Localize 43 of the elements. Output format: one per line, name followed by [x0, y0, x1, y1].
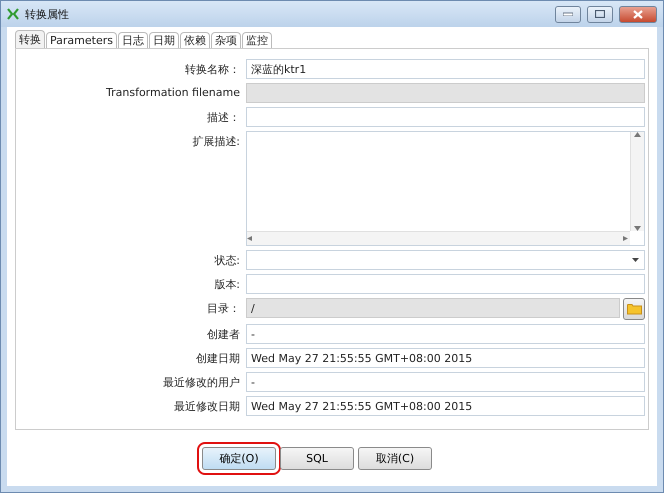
folder-icon	[626, 303, 642, 315]
tab[interactable]: 依赖	[180, 32, 210, 48]
field-label: 最近修改的用户	[162, 375, 240, 390]
field-label: 创建日期	[195, 351, 240, 366]
scroll-right-icon[interactable]	[623, 236, 630, 241]
tab[interactable]: 日期	[148, 32, 179, 48]
maximize-icon	[595, 10, 605, 18]
field-label: 目录：	[206, 301, 240, 316]
scroll-left-icon[interactable]	[247, 236, 254, 241]
close-button[interactable]	[619, 6, 657, 22]
field-label: 扩展描述:	[191, 134, 240, 149]
field-label: 最近修改日期	[173, 399, 240, 414]
scroll-down-icon[interactable]	[634, 226, 641, 231]
app-logo-icon	[7, 8, 19, 20]
input-field[interactable]: Wed May 27 21:55:55 GMT+08:00 2015	[246, 396, 645, 416]
dialog-button[interactable]: SQL	[280, 446, 354, 470]
field-label: Transformation filename	[105, 85, 240, 99]
tab[interactable]: 日志	[118, 32, 148, 48]
field-label: 创建者	[206, 327, 240, 342]
scroll-up-icon[interactable]	[634, 132, 641, 137]
input-field[interactable]: Wed May 27 21:55:55 GMT+08:00 2015	[246, 348, 645, 368]
tab[interactable]: 监控	[242, 32, 272, 48]
window-title: 转换属性	[25, 6, 70, 22]
minimize-button[interactable]	[555, 6, 581, 22]
tab[interactable]: Parameters	[46, 32, 117, 48]
field-label: 转换名称：	[184, 62, 240, 77]
input-field[interactable]: -	[246, 324, 645, 344]
browse-button[interactable]	[623, 298, 645, 320]
input-field[interactable]: -	[246, 372, 645, 392]
dropdown-field[interactable]	[246, 250, 645, 270]
minimize-icon	[563, 12, 573, 16]
dropdown-arrow-icon	[632, 258, 639, 262]
field-label: 版本:	[213, 277, 240, 292]
dialog-button[interactable]: 取消(C)	[358, 446, 432, 470]
field-label: 描述：	[206, 110, 240, 125]
maximize-button[interactable]	[587, 6, 613, 22]
tab[interactable]: 转换	[15, 30, 45, 48]
input-field[interactable]	[246, 107, 645, 127]
input-field[interactable]	[246, 274, 645, 294]
tab[interactable]: 杂项	[210, 32, 241, 48]
input-field[interactable]: 深蓝的ktr1	[246, 59, 645, 79]
close-icon	[633, 10, 643, 18]
field-label: 状态:	[213, 253, 240, 268]
